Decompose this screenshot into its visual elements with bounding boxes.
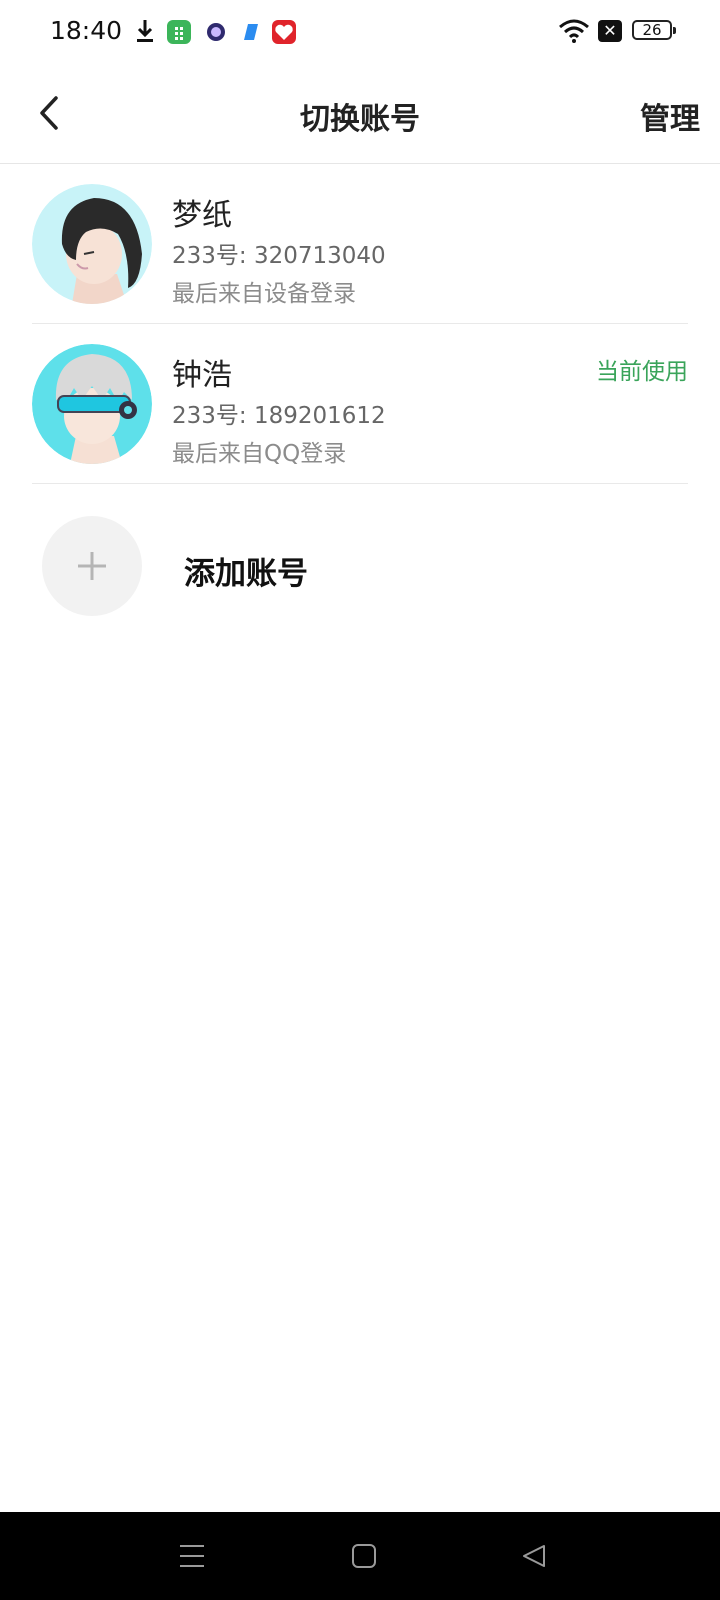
download-icon xyxy=(134,18,156,44)
battery-icon: 26 xyxy=(632,20,676,40)
account-item[interactable]: 钟浩 当前使用 233号: 189201612 最后来自QQ登录 xyxy=(32,324,688,484)
menu-icon xyxy=(180,1545,204,1567)
account-login-source: 最后来自设备登录 xyxy=(172,281,356,307)
plus-icon xyxy=(78,552,106,580)
account-item[interactable]: 梦纸 233号: 320713040 最后来自设备登录 xyxy=(32,164,688,324)
account-list: 梦纸 233号: 320713040 最后来自设备登录 钟浩 当前使用 233号… xyxy=(32,164,688,484)
status-time: 18:40 xyxy=(50,16,123,45)
avatar xyxy=(32,184,152,304)
account-number: 233号: 189201612 xyxy=(172,403,386,429)
account-login-source: 最后来自QQ登录 xyxy=(172,441,347,467)
account-number: 233号: 320713040 xyxy=(172,243,386,269)
menu-button[interactable] xyxy=(172,1536,212,1576)
app-header: 切换账号 管理 xyxy=(0,64,720,164)
page-title: 切换账号 xyxy=(300,102,420,137)
heart-app-icon xyxy=(272,20,296,44)
back-triangle-icon xyxy=(523,1545,545,1567)
no-sim-icon: ✕ xyxy=(598,20,622,42)
add-account-label: 添加账号 xyxy=(184,556,308,592)
manage-button[interactable]: 管理 xyxy=(640,94,700,138)
status-bar: 18:40 ✕ 26 xyxy=(0,0,720,64)
home-button[interactable] xyxy=(344,1536,384,1576)
avatar xyxy=(32,344,152,464)
current-account-badge: 当前使用 xyxy=(596,359,688,385)
account-name: 钟浩 xyxy=(172,358,232,393)
home-icon xyxy=(352,1544,376,1568)
browser-icon xyxy=(204,20,228,44)
app-store-icon xyxy=(167,20,191,44)
nav-back-button[interactable] xyxy=(514,1536,554,1576)
system-nav-bar xyxy=(0,1512,720,1600)
add-account-circle xyxy=(42,516,142,616)
add-account-button[interactable]: 添加账号 xyxy=(32,500,688,640)
files-icon xyxy=(238,20,262,44)
account-name: 梦纸 xyxy=(172,198,232,233)
wifi-icon xyxy=(558,18,590,44)
